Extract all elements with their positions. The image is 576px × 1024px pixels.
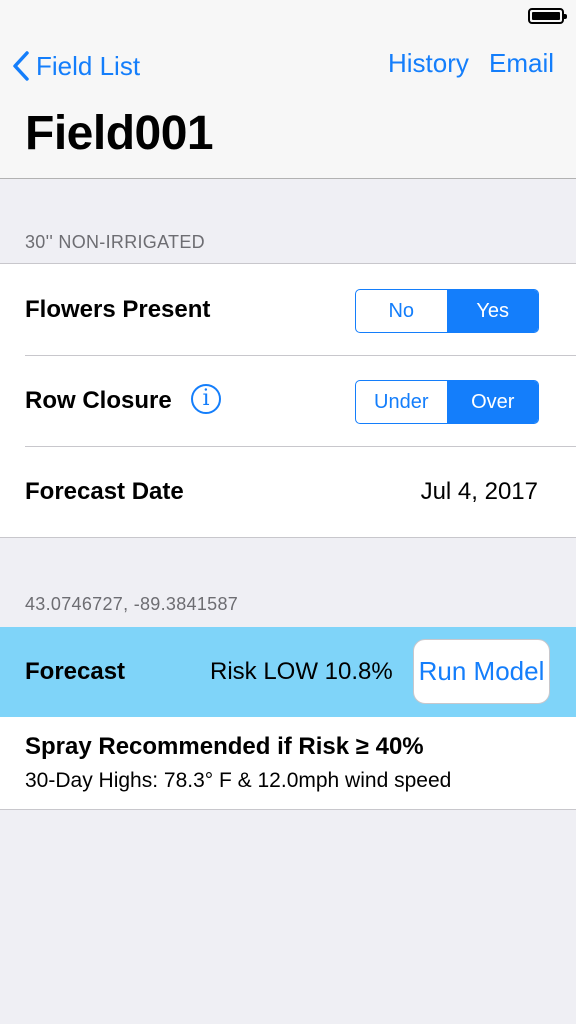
flowers-present-label: Flowers Present <box>25 296 211 323</box>
flowers-present-row: Flowers Present No Yes <box>0 264 576 355</box>
history-button[interactable]: History <box>388 48 469 79</box>
flowers-yes-option[interactable]: Yes <box>446 290 538 332</box>
page-title: Field001 <box>25 107 214 160</box>
spray-recommendation: Spray Recommended if Risk ≥ 40% 30-Day H… <box>0 717 576 810</box>
status-bar <box>0 0 576 30</box>
flowers-present-segmented-control: No Yes <box>355 289 539 333</box>
back-label: Field List <box>36 50 141 81</box>
forecast-date-value[interactable]: Jul 4, 2017 <box>421 446 538 537</box>
row-closure-row: Row Closure i Under Over <box>0 355 576 446</box>
settings-group: Flowers Present No Yes Row Closure i Und… <box>0 263 576 538</box>
flowers-no-option[interactable]: No <box>356 290 447 332</box>
battery-icon <box>528 8 567 24</box>
forecast-bar: Forecast Risk LOW 10.8% Run Model <box>0 627 576 717</box>
row-closure-segmented-control: Under Over <box>355 380 539 424</box>
row-closure-label: Row Closure <box>25 387 172 414</box>
coordinates-header: 43.0746727, -89.3841587 <box>25 594 239 614</box>
back-button[interactable]: Field List <box>12 46 140 86</box>
spray-subtitle: 30-Day Highs: 78.3° F & 12.0mph wind spe… <box>25 769 452 792</box>
forecast-date-row[interactable]: Forecast Date Jul 4, 2017 <box>0 446 576 537</box>
section-header: 30'' NON-IRRIGATED <box>25 232 205 252</box>
row-closure-over-option[interactable]: Over <box>446 381 538 423</box>
forecast-label: Forecast <box>25 658 126 685</box>
risk-value: Risk LOW 10.8% <box>210 658 393 685</box>
forecast-date-label: Forecast Date <box>25 478 184 505</box>
chevron-left-icon <box>13 51 29 81</box>
run-model-button[interactable]: Run Model <box>413 639 550 704</box>
email-button[interactable]: Email <box>489 48 554 79</box>
navigation-bar: Field List History Email Field001 <box>0 0 576 179</box>
info-icon[interactable]: i <box>191 384 221 414</box>
row-closure-under-option[interactable]: Under <box>356 381 447 423</box>
spray-title: Spray Recommended if Risk ≥ 40% <box>25 733 424 760</box>
